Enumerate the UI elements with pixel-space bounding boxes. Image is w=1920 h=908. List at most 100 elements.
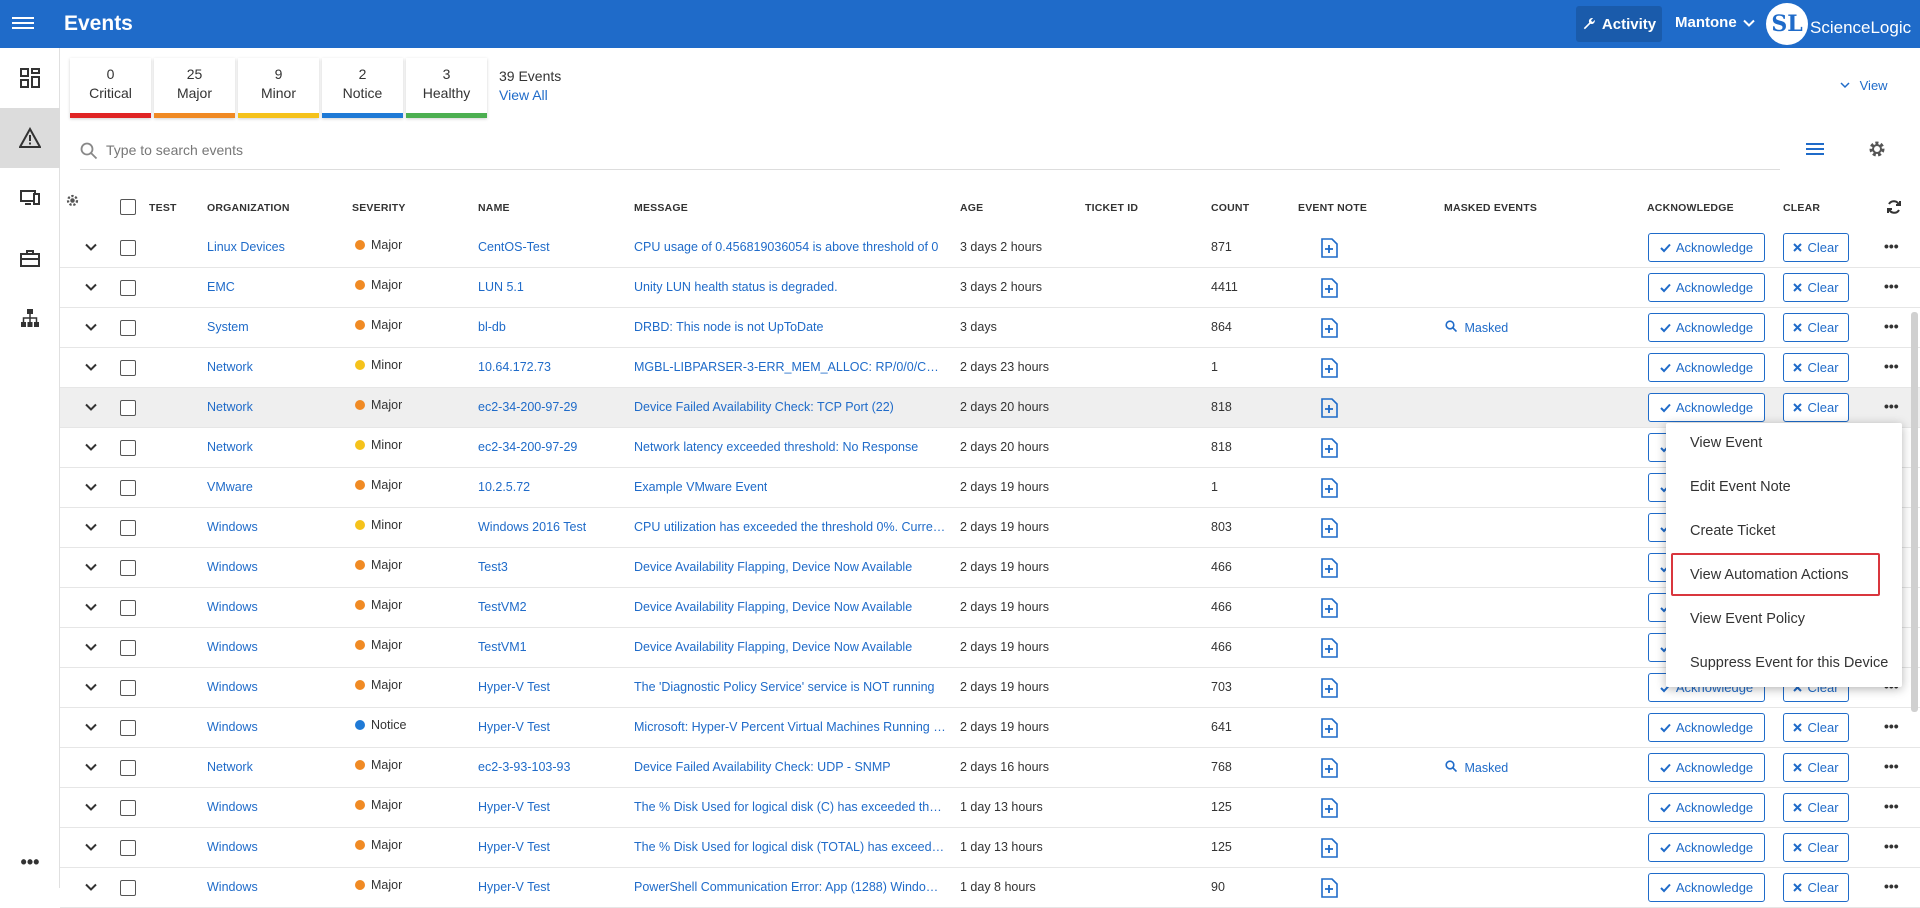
expand-chevron-icon[interactable] (84, 722, 98, 732)
row-checkbox[interactable] (120, 360, 136, 376)
add-note-icon[interactable] (1320, 678, 1338, 703)
table-row[interactable]: EMC Major LUN 5.1 Unity LUN health status i… (60, 268, 1920, 308)
masked-link[interactable]: Masked (1445, 320, 1508, 335)
menu-suppress-event[interactable]: Suppress Event for this Device (1690, 655, 1888, 671)
device-name-link[interactable]: ec2-34-200-97-29 (478, 440, 577, 454)
message-link[interactable]: PowerShell Communication Error: App (128… (634, 880, 946, 894)
device-name-link[interactable]: LUN 5.1 (478, 280, 524, 294)
col-count[interactable]: COUNT (1211, 202, 1249, 214)
row-checkbox[interactable] (120, 320, 136, 336)
table-row[interactable]: Network Major ec2-3-93-103-93 Device Failed… (60, 748, 1920, 788)
expand-chevron-icon[interactable] (84, 402, 98, 412)
col-organization[interactable]: ORGANIZATION (207, 202, 290, 214)
row-checkbox[interactable] (120, 760, 136, 776)
message-link[interactable]: Unity LUN health status is degraded. (634, 280, 838, 294)
expand-chevron-icon[interactable] (84, 562, 98, 572)
row-more-actions-icon[interactable]: ••• (1884, 238, 1899, 254)
device-name-link[interactable]: bl-db (478, 320, 506, 334)
expand-chevron-icon[interactable] (84, 242, 98, 252)
message-link[interactable]: The % Disk Used for logical disk (TOTAL)… (634, 840, 946, 854)
severity-tile-critical[interactable]: 0 Critical (70, 58, 151, 118)
acknowledge-button[interactable]: Acknowledge (1648, 393, 1765, 422)
add-note-icon[interactable] (1320, 518, 1338, 543)
expand-chevron-icon[interactable] (84, 442, 98, 452)
row-more-actions-icon[interactable]: ••• (1884, 798, 1899, 814)
expand-chevron-icon[interactable] (84, 322, 98, 332)
view-all-link[interactable]: View All (499, 87, 548, 103)
menu-icon[interactable] (12, 14, 34, 34)
add-note-icon[interactable] (1320, 318, 1338, 343)
table-row[interactable]: VMware Major 10.2.5.72 Example VMware Event… (60, 468, 1920, 508)
search-input[interactable] (106, 142, 1706, 158)
nav-devices[interactable] (0, 168, 60, 228)
table-row[interactable]: Windows Major Test3 Device Availability Fla… (60, 548, 1920, 588)
row-checkbox[interactable] (120, 640, 136, 656)
message-link[interactable]: MGBL-LIBPARSER-3-ERR_MEM_ALLOC: RP/0/0/C… (634, 360, 946, 374)
device-name-link[interactable]: ec2-3-93-103-93 (478, 760, 570, 774)
add-note-icon[interactable] (1320, 838, 1338, 863)
organization-link[interactable]: Windows (207, 640, 258, 654)
row-checkbox[interactable] (120, 440, 136, 456)
clear-button[interactable]: Clear (1783, 233, 1849, 262)
message-link[interactable]: The % Disk Used for logical disk (C) has… (634, 800, 946, 814)
device-name-link[interactable]: Hyper-V Test (478, 680, 550, 694)
add-note-icon[interactable] (1320, 398, 1338, 423)
message-link[interactable]: Device Availability Flapping, Device Now… (634, 640, 912, 654)
table-row[interactable]: Linux Devices Major CentOS-Test CPU usage o… (60, 228, 1920, 268)
table-row[interactable]: Network Major ec2-34-200-97-29 Device Faile… (60, 388, 1920, 428)
col-acknowledge[interactable]: ACKNOWLEDGE (1647, 202, 1734, 214)
organization-link[interactable]: System (207, 320, 249, 334)
row-checkbox[interactable] (120, 520, 136, 536)
expand-chevron-icon[interactable] (84, 482, 98, 492)
clear-button[interactable]: Clear (1783, 753, 1849, 782)
row-more-actions-icon[interactable]: ••• (1884, 318, 1899, 334)
organization-link[interactable]: Network (207, 400, 253, 414)
message-link[interactable]: CPU utilization has exceeded the thresho… (634, 520, 946, 534)
nav-business-services[interactable] (0, 228, 60, 288)
add-note-icon[interactable] (1320, 558, 1338, 583)
expand-chevron-icon[interactable] (84, 522, 98, 532)
message-link[interactable]: Network latency exceeded threshold: No R… (634, 440, 918, 454)
scrollbar-thumb[interactable] (1911, 312, 1918, 712)
row-checkbox[interactable] (120, 680, 136, 696)
acknowledge-button[interactable]: Acknowledge (1648, 713, 1765, 742)
add-note-icon[interactable] (1320, 758, 1338, 783)
add-note-icon[interactable] (1320, 358, 1338, 383)
expand-chevron-icon[interactable] (84, 682, 98, 692)
organization-link[interactable]: Network (207, 360, 253, 374)
severity-tile-notice[interactable]: 2 Notice (322, 58, 403, 118)
activity-button[interactable]: Activity (1576, 6, 1662, 42)
menu-edit-event-note[interactable]: Edit Event Note (1690, 479, 1791, 495)
organization-link[interactable]: EMC (207, 280, 235, 294)
row-checkbox[interactable] (120, 840, 136, 856)
organization-link[interactable]: Windows (207, 880, 258, 894)
list-view-icon[interactable] (1806, 141, 1824, 157)
acknowledge-button[interactable]: Acknowledge (1648, 313, 1765, 342)
organization-link[interactable]: Network (207, 760, 253, 774)
row-more-actions-icon[interactable]: ••• (1884, 838, 1899, 854)
table-row[interactable]: Windows Major TestVM2 Device Availability F… (60, 588, 1920, 628)
organization-link[interactable]: Linux Devices (207, 240, 285, 254)
device-name-link[interactable]: Test3 (478, 560, 508, 574)
select-all-checkbox[interactable] (120, 199, 136, 215)
menu-view-event-policy[interactable]: View Event Policy (1690, 611, 1805, 627)
expand-chevron-icon[interactable] (84, 362, 98, 372)
message-link[interactable]: Example VMware Event (634, 480, 767, 494)
add-note-icon[interactable] (1320, 238, 1338, 263)
message-link[interactable]: Device Availability Flapping, Device Now… (634, 560, 912, 574)
column-settings-gear-icon[interactable] (65, 193, 80, 208)
table-row[interactable]: Windows Major Hyper-V Test The 'Diagnostic … (60, 668, 1920, 708)
view-toggle[interactable]: View (1840, 78, 1888, 93)
table-row[interactable]: Windows Notice Hyper-V Test Microsoft: Hype… (60, 708, 1920, 748)
message-link[interactable]: Device Availability Flapping, Device Now… (634, 600, 912, 614)
col-severity[interactable]: SEVERITY (352, 202, 406, 214)
add-note-icon[interactable] (1320, 438, 1338, 463)
clear-button[interactable]: Clear (1783, 353, 1849, 382)
device-name-link[interactable]: Windows 2016 Test (478, 520, 586, 534)
col-age[interactable]: AGE (960, 202, 983, 214)
row-more-actions-icon[interactable]: ••• (1884, 398, 1899, 414)
add-note-icon[interactable] (1320, 718, 1338, 743)
message-link[interactable]: CPU usage of 0.456819036054 is above thr… (634, 240, 938, 254)
clear-button[interactable]: Clear (1783, 393, 1849, 422)
row-more-actions-icon[interactable]: ••• (1884, 358, 1899, 374)
